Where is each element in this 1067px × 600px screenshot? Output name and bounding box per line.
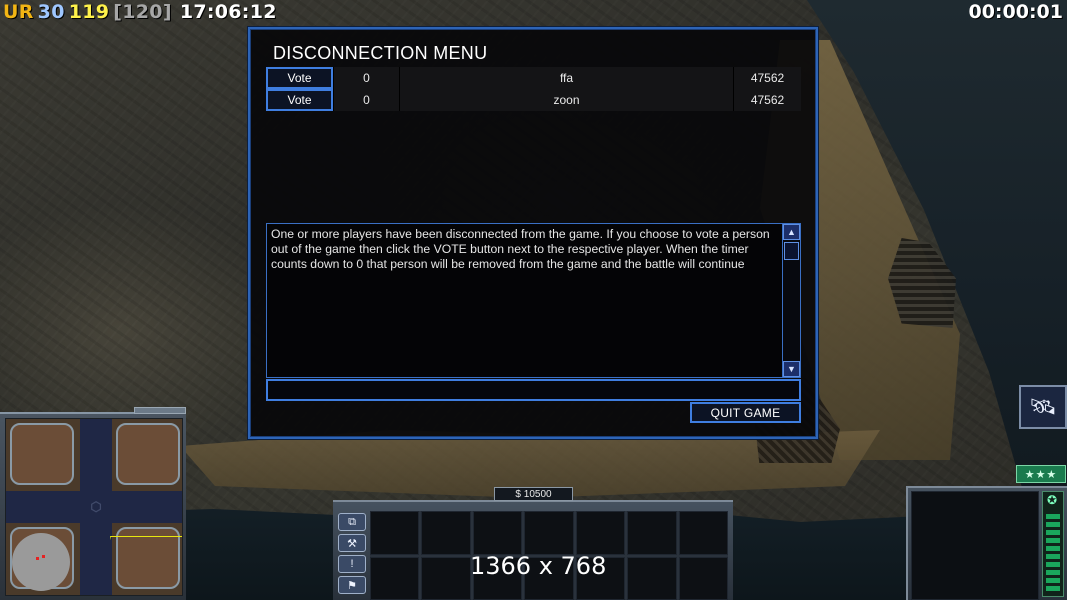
vote-button[interactable]: Vote (266, 67, 333, 89)
command-slot[interactable] (524, 511, 574, 555)
vote-count: 0 (333, 89, 399, 111)
power-segment (1046, 530, 1060, 535)
vote-button[interactable]: Vote (266, 89, 333, 111)
waypoint-icon[interactable]: ⚑ (338, 576, 366, 594)
hud-value-a: 30 (37, 1, 65, 23)
dialog-title: DISCONNECTION MENU (273, 43, 488, 63)
vote-count: 0 (333, 67, 399, 89)
player-ping: 47562 (733, 67, 801, 89)
command-slot[interactable] (678, 511, 728, 555)
hud-value-b: 119 (68, 1, 110, 23)
power-segment (1046, 546, 1060, 551)
command-slot[interactable] (472, 511, 523, 555)
resolution-overlay: 1366 x 768 (470, 552, 607, 580)
minimap-block (10, 423, 74, 485)
minimap-block (116, 423, 180, 485)
command-slot[interactable] (575, 511, 626, 555)
power-segment (1046, 570, 1060, 575)
map-logo-icon: ⬡ (90, 499, 102, 514)
unit-marker (42, 555, 45, 558)
command-slot[interactable] (421, 511, 471, 555)
hud-value-c: [120] (113, 1, 172, 23)
command-slot[interactable] (678, 556, 728, 600)
player-name: ffa (399, 67, 733, 89)
power-segment (1046, 514, 1060, 519)
quit-game-button[interactable]: QUIT GAME (690, 402, 801, 423)
minimap-tab (134, 407, 186, 414)
power-segment (1046, 554, 1060, 559)
player-row: Vote 0 zoon 47562 (266, 89, 801, 111)
scroll-up-icon[interactable]: ▲ (783, 224, 800, 240)
rank-badge: ★★★ (1016, 465, 1066, 483)
command-slot[interactable] (627, 511, 677, 555)
info-icon[interactable]: ! (338, 555, 366, 573)
command-slot[interactable] (370, 556, 420, 600)
player-name: zoon (399, 89, 733, 111)
star-icon: ✪ (1046, 493, 1058, 507)
chat-input[interactable] (266, 379, 801, 401)
command-tabs: ⧉ ⚒ ! ⚑ (338, 513, 368, 599)
hud-clock: 17:06:12 (179, 1, 277, 23)
power-segment (1046, 586, 1060, 591)
player-ping: 47562 (733, 89, 801, 111)
message-scrollbar[interactable]: ▲ ▼ (782, 224, 800, 377)
hud-ur-label: UR (3, 1, 34, 23)
radar-screen (911, 491, 1039, 600)
windows-icon[interactable]: ⧉ (338, 513, 366, 531)
money-display: $ 10500 (494, 487, 573, 501)
power-segment (1046, 578, 1060, 583)
wrench-icon[interactable]: ⚒ (338, 534, 366, 552)
disconnect-message: One or more players have been disconnect… (271, 227, 770, 271)
satellite-icon[interactable]: 🛰 (1019, 385, 1067, 429)
message-box: One or more players have been disconnect… (266, 223, 801, 378)
disconnection-dialog: DISCONNECTION MENU Vote 0 ffa 47562 Vote… (248, 27, 818, 439)
player-row: Vote 0 ffa 47562 (266, 67, 801, 89)
command-slot[interactable] (421, 556, 471, 600)
hud-elapsed-timer: 00:00:01 (968, 1, 1063, 23)
minimap[interactable]: ⬡ (5, 418, 183, 596)
minimap-landmark (12, 533, 70, 591)
scroll-down-icon[interactable]: ▼ (783, 361, 800, 377)
command-slot[interactable] (370, 511, 420, 555)
unit-marker (36, 557, 39, 560)
power-segment (1046, 538, 1060, 543)
power-segment (1046, 522, 1060, 527)
power-segment (1046, 562, 1060, 567)
scroll-thumb[interactable] (784, 242, 799, 260)
player-list: Vote 0 ffa 47562 Vote 0 zoon 47562 (266, 67, 801, 111)
hud-stats: UR 30 119 [120] 17:06:12 (3, 1, 281, 23)
command-slot[interactable] (627, 556, 677, 600)
